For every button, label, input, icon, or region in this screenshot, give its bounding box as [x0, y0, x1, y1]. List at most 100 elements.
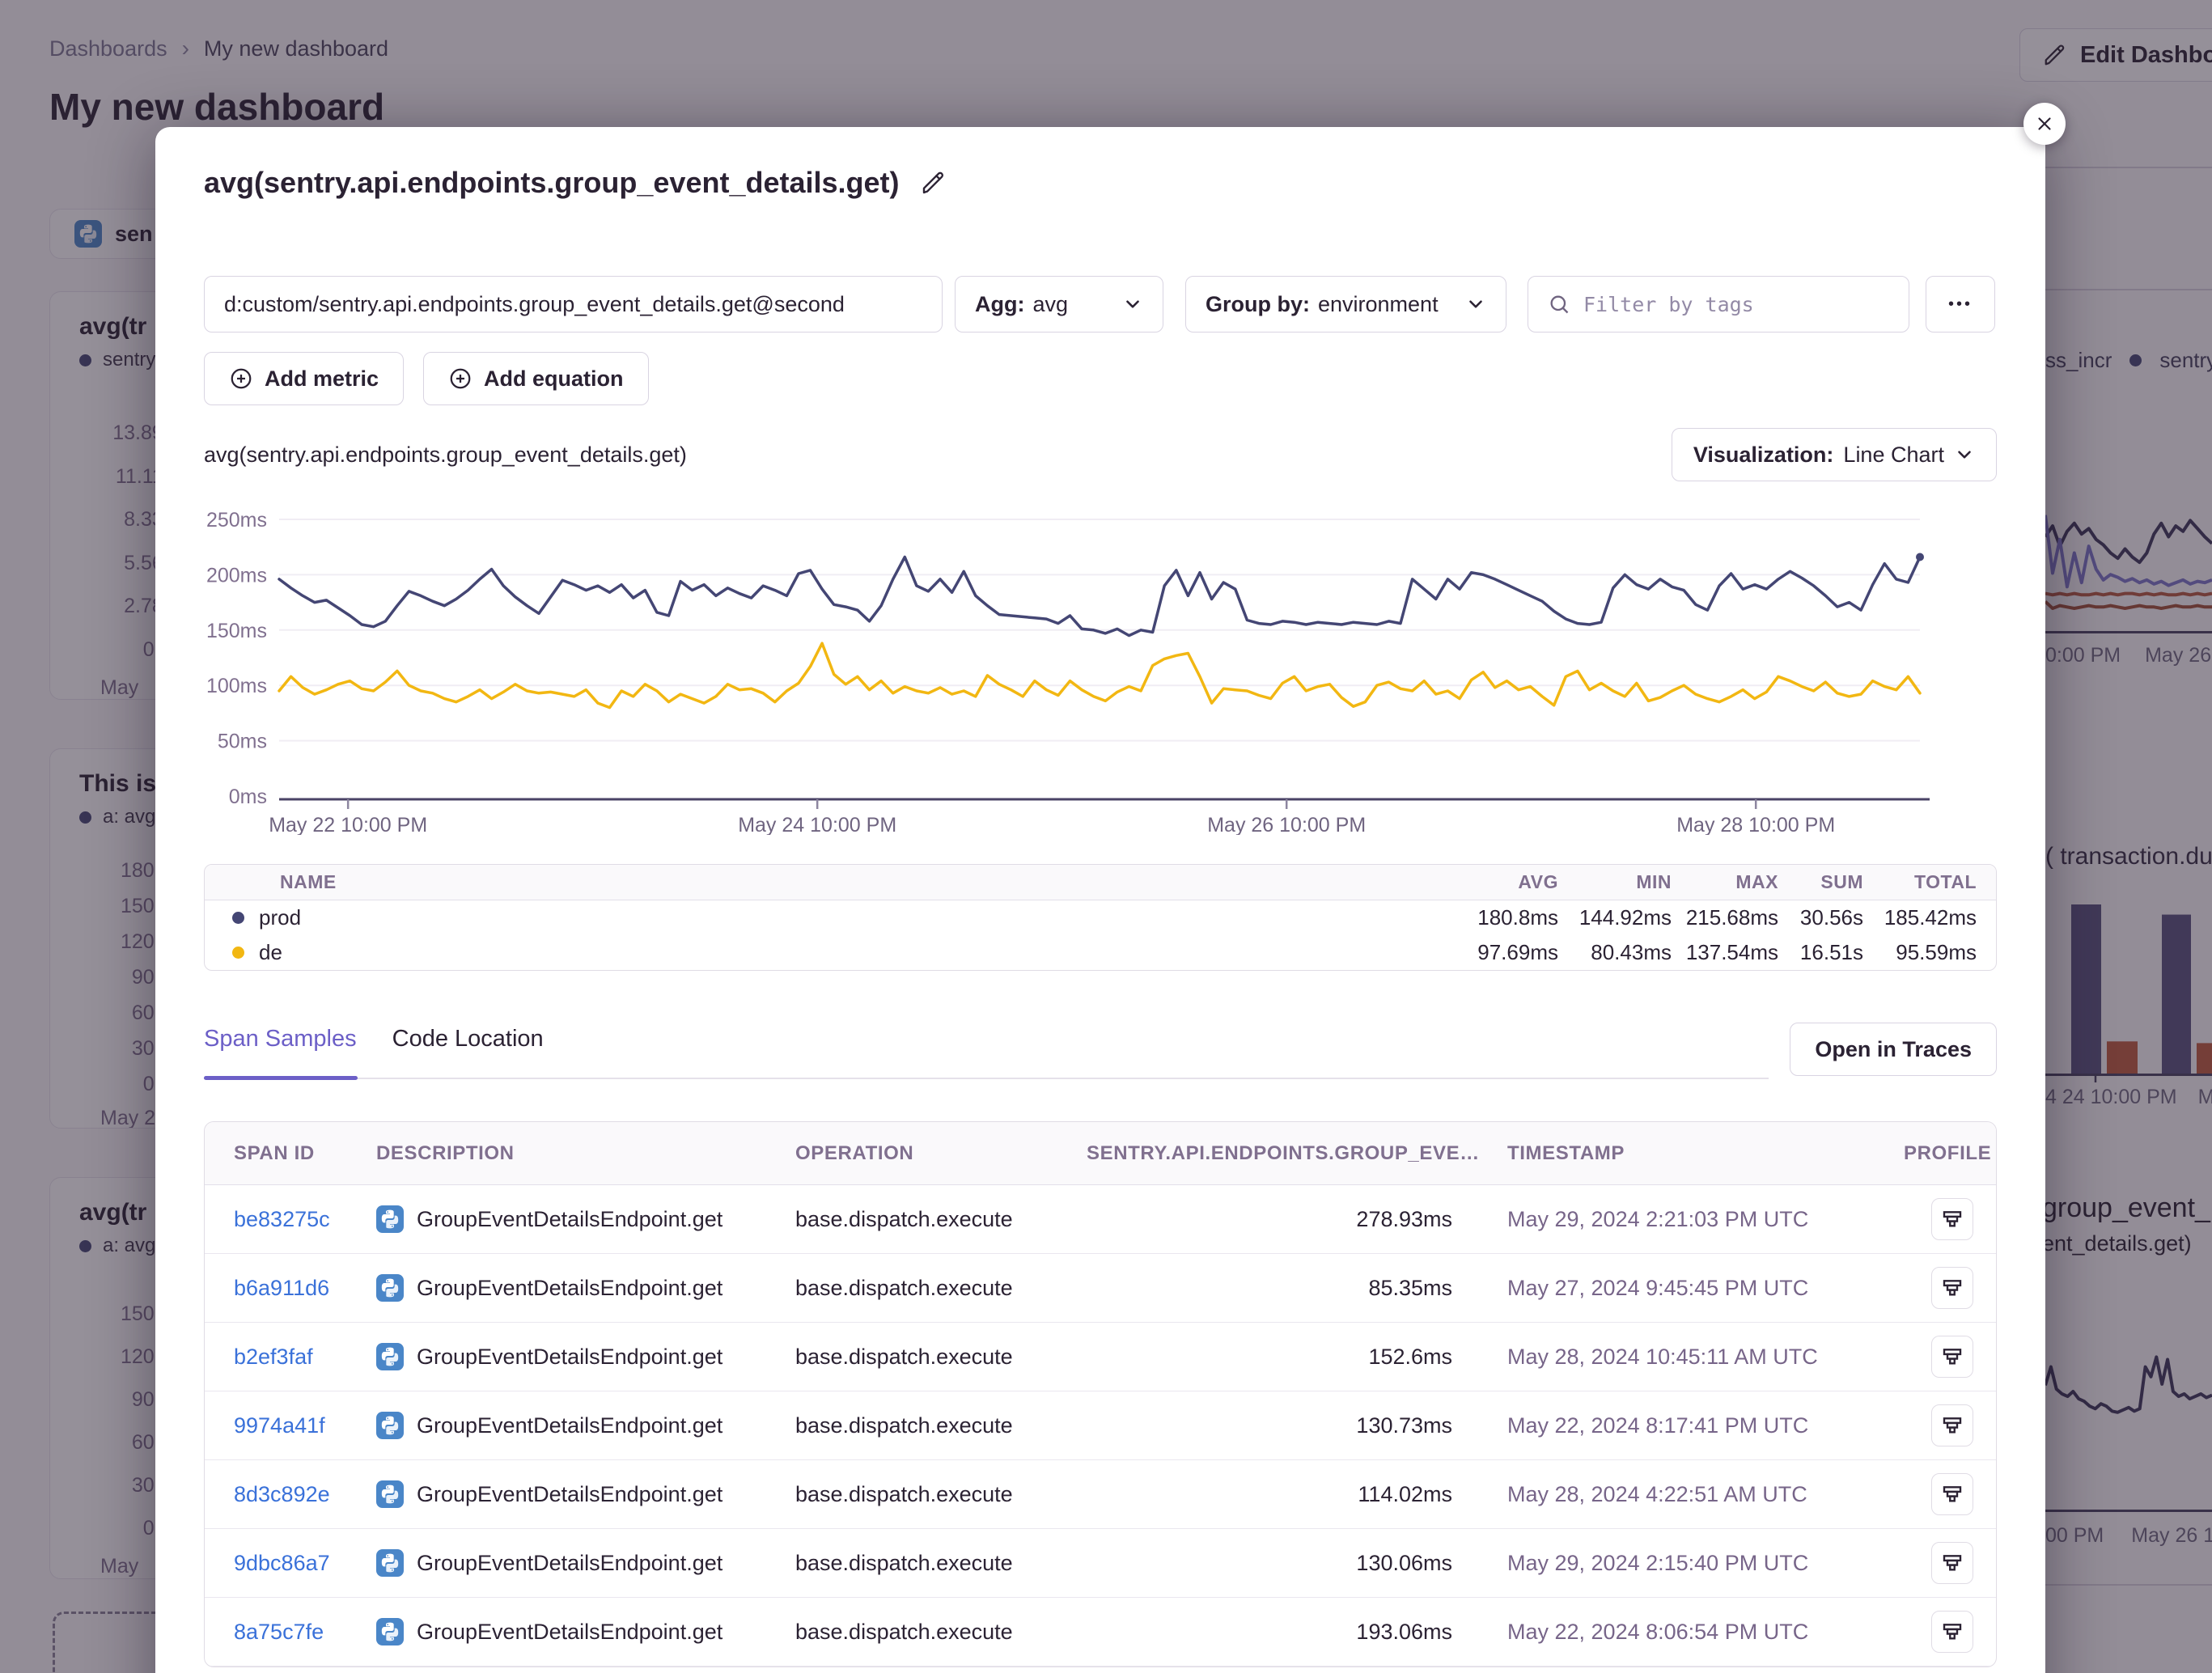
profile-button[interactable] — [1931, 1611, 1973, 1653]
profile-button[interactable] — [1931, 1198, 1973, 1240]
summary-row-prod[interactable]: prod 180.8ms 144.92ms 215.68ms 30.56s 18… — [205, 900, 1996, 935]
span-operation: base.dispatch.execute — [795, 1482, 1087, 1507]
metric-line-chart: 250ms 200ms 150ms 100ms 50ms 0msMay 22 10:00 … — [204, 502, 1997, 835]
svg-text:0ms: 0ms — [229, 786, 267, 808]
svg-text:May 24 10:00 PM: May 24 10:00 PM — [738, 814, 896, 835]
edit-title-pencil-icon[interactable] — [921, 170, 947, 196]
span-id-link[interactable]: 8d3c892e — [234, 1482, 376, 1507]
samples-header-row: SPAN ID DESCRIPTION OPERATION SENTRY.API… — [205, 1122, 1996, 1185]
python-icon — [376, 1205, 404, 1233]
add-equation-button[interactable]: Add equation — [423, 352, 648, 405]
series-dot — [232, 947, 244, 959]
svg-text:150ms: 150ms — [206, 620, 267, 642]
span-timestamp: May 22, 2024 8:17:41 PM UTC — [1452, 1413, 1904, 1438]
span-description: GroupEventDetailsEndpoint.get — [376, 1412, 795, 1439]
span-duration: 152.6ms — [1087, 1345, 1452, 1370]
svg-text:200ms: 200ms — [206, 564, 267, 587]
agg-label: Agg: — [975, 292, 1024, 317]
span-description: GroupEventDetailsEndpoint.get — [376, 1343, 795, 1370]
plus-circle-icon — [229, 366, 253, 391]
table-row: b2ef3faf GroupEventDetailsEndpoint.get b… — [205, 1323, 1996, 1391]
chart-query-label: avg(sentry.api.endpoints.group_event_det… — [204, 443, 687, 468]
profile-flamegraph-icon — [1940, 1345, 1964, 1369]
span-id-link[interactable]: 9974a41f — [234, 1413, 376, 1438]
open-in-traces-button[interactable]: Open in Traces — [1790, 1023, 1997, 1076]
profile-flamegraph-icon — [1940, 1207, 1964, 1231]
python-icon — [376, 1480, 404, 1508]
table-row: 8a75c7fe GroupEventDetailsEndpoint.get b… — [205, 1598, 1996, 1667]
table-row: be83275c GroupEventDetailsEndpoint.get b… — [205, 1185, 1996, 1254]
span-duration: 130.06ms — [1087, 1551, 1452, 1576]
summary-header-row: NAME AVG MIN MAX SUM TOTAL — [205, 865, 1996, 900]
profile-button[interactable] — [1931, 1404, 1973, 1446]
span-timestamp: May 28, 2024 4:22:51 AM UTC — [1452, 1482, 1904, 1507]
span-description: GroupEventDetailsEndpoint.get — [376, 1480, 795, 1508]
active-tab-underline — [204, 1076, 358, 1080]
profile-flamegraph-icon — [1940, 1276, 1964, 1300]
table-row: b6a911d6 GroupEventDetailsEndpoint.get b… — [205, 1254, 1996, 1323]
span-description: GroupEventDetailsEndpoint.get — [376, 1274, 795, 1302]
span-operation: base.dispatch.execute — [795, 1345, 1087, 1370]
metric-mri-input[interactable]: d:custom/sentry.api.endpoints.group_even… — [204, 276, 943, 332]
profile-button[interactable] — [1931, 1336, 1973, 1378]
aggregation-select[interactable]: Agg: avg — [955, 276, 1163, 332]
add-metric-button[interactable]: Add metric — [204, 352, 404, 405]
close-modal-button[interactable] — [2023, 103, 2066, 145]
profile-flamegraph-icon — [1940, 1620, 1964, 1644]
visualization-value: Line Chart — [1843, 443, 1944, 468]
plus-circle-icon — [448, 366, 472, 391]
span-timestamp: May 29, 2024 2:15:40 PM UTC — [1452, 1551, 1904, 1576]
svg-text:May 26 10:00 PM: May 26 10:00 PM — [1207, 814, 1366, 835]
table-row: 9974a41f GroupEventDetailsEndpoint.get b… — [205, 1391, 1996, 1460]
chevron-down-icon — [1465, 294, 1486, 315]
add-equation-label: Add equation — [484, 366, 623, 392]
span-operation: base.dispatch.execute — [795, 1413, 1087, 1438]
span-id-link[interactable]: 9dbc86a7 — [234, 1551, 376, 1576]
profile-flamegraph-icon — [1940, 1413, 1964, 1438]
tab-code-location[interactable]: Code Location — [392, 1026, 544, 1053]
search-icon — [1548, 293, 1570, 316]
span-operation: base.dispatch.execute — [795, 1207, 1087, 1232]
chevron-down-icon — [1954, 444, 1975, 465]
group-by-select[interactable]: Group by: environment — [1185, 276, 1506, 332]
python-icon — [376, 1412, 404, 1439]
span-operation: base.dispatch.execute — [795, 1276, 1087, 1301]
tab-span-samples[interactable]: Span Samples — [204, 1026, 357, 1053]
profile-button[interactable] — [1931, 1267, 1973, 1309]
svg-text:100ms: 100ms — [206, 675, 267, 697]
metric-mri-value: d:custom/sentry.api.endpoints.group_even… — [224, 292, 845, 317]
span-id-link[interactable]: be83275c — [234, 1207, 376, 1232]
span-description: GroupEventDetailsEndpoint.get — [376, 1205, 795, 1233]
span-id-link[interactable]: b6a911d6 — [234, 1276, 376, 1301]
series-name: de — [259, 940, 282, 965]
tag-filter-input[interactable] — [1583, 293, 1889, 316]
profile-flamegraph-icon — [1940, 1482, 1964, 1506]
python-icon — [376, 1343, 404, 1370]
python-icon — [376, 1549, 404, 1577]
svg-text:250ms: 250ms — [206, 509, 267, 532]
chevron-down-icon — [1122, 294, 1143, 315]
span-operation: base.dispatch.execute — [795, 1620, 1087, 1645]
svg-text:50ms: 50ms — [218, 731, 267, 753]
table-row: 9dbc86a7 GroupEventDetailsEndpoint.get b… — [205, 1529, 1996, 1598]
group-by-label: Group by: — [1206, 292, 1310, 317]
svg-text:May 22 10:00 PM: May 22 10:00 PM — [269, 814, 427, 835]
span-samples-table: SPAN ID DESCRIPTION OPERATION SENTRY.API… — [204, 1121, 1997, 1667]
svg-text:May 28 10:00 PM: May 28 10:00 PM — [1676, 814, 1835, 835]
table-row: 8d3c892e GroupEventDetailsEndpoint.get b… — [205, 1460, 1996, 1529]
python-icon — [376, 1274, 404, 1302]
profile-flamegraph-icon — [1940, 1551, 1964, 1575]
profile-button[interactable] — [1931, 1542, 1973, 1584]
summary-row-de[interactable]: de 97.69ms 80.43ms 137.54ms 16.51s 95.59… — [205, 935, 1996, 970]
span-timestamp: May 22, 2024 8:06:54 PM UTC — [1452, 1620, 1904, 1645]
span-id-link[interactable]: 8a75c7fe — [234, 1620, 376, 1645]
more-options-button[interactable]: ••• — [1926, 276, 1995, 332]
profile-button[interactable] — [1931, 1473, 1973, 1515]
visualization-label: Visualization: — [1693, 443, 1834, 468]
span-timestamp: May 27, 2024 9:45:45 PM UTC — [1452, 1276, 1904, 1301]
visualization-select[interactable]: Visualization: Line Chart — [1672, 428, 1997, 481]
span-timestamp: May 29, 2024 2:21:03 PM UTC — [1452, 1207, 1904, 1232]
span-description: GroupEventDetailsEndpoint.get — [376, 1549, 795, 1577]
span-id-link[interactable]: b2ef3faf — [234, 1345, 376, 1370]
span-duration: 114.02ms — [1087, 1482, 1452, 1507]
